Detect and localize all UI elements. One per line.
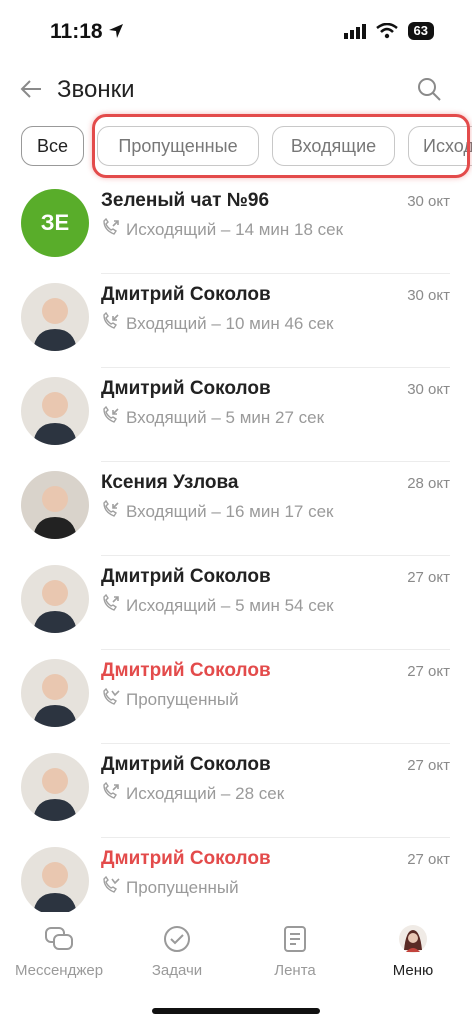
incoming-call-icon [101, 499, 126, 523]
call-detail: Пропущенный [101, 687, 239, 711]
contact-name: Ксения Узлова [101, 472, 239, 493]
tab-feed[interactable]: Лента [236, 922, 354, 979]
call-date: 27 окт [407, 757, 450, 774]
tab-label: Задачи [151, 962, 203, 979]
call-detail-text: Исходящий – 5 мин 54 сек [126, 595, 334, 615]
missed-call-icon [101, 875, 126, 899]
call-list: ЗЕ Зеленый чат №96 Исходящий – 14 мин 18 с… [0, 180, 472, 932]
status-time: 11:18 [50, 20, 124, 44]
status-bar: 11:18 63 [0, 0, 472, 66]
call-row[interactable]: Дмитрий Соколов Исходящий – 28 сек 27 окт [0, 744, 472, 838]
newspaper-icon [236, 922, 354, 956]
call-date: 27 окт [407, 569, 450, 586]
missed-call-icon [101, 687, 126, 711]
tab-label: Лента [274, 962, 316, 979]
contact-name: Зеленый чат №96 [101, 190, 270, 211]
avatar [21, 471, 89, 539]
battery-indicator: 63 [407, 22, 434, 40]
contact-name: Дмитрий Соколов [101, 566, 271, 587]
call-row[interactable]: Ксения Узлова Входящий – 16 мин 17 сек 28 … [0, 462, 472, 556]
call-detail-text: Входящий – 16 мин 17 сек [126, 501, 334, 521]
tab-messenger[interactable]: Мессенджер [0, 922, 118, 979]
call-row[interactable]: ЗЕ Зеленый чат №96 Исходящий – 14 мин 18 с… [0, 180, 472, 274]
tab-tasks[interactable]: Задачи [118, 922, 236, 979]
contact-name: Дмитрий Соколов [101, 660, 271, 681]
call-date: 27 окт [407, 851, 450, 868]
avatar [21, 377, 89, 445]
call-detail: Пропущенный [101, 875, 239, 899]
call-detail: Входящий – 5 мин 27 сек [101, 405, 325, 429]
call-row[interactable]: Дмитрий Соколов Входящий – 10 мин 46 сек 3… [0, 274, 472, 368]
header: Звонки [0, 70, 472, 114]
user-avatar [354, 922, 472, 956]
tab-menu[interactable]: Меню [354, 922, 472, 979]
call-date: 28 окт [407, 475, 450, 492]
avatar [21, 659, 89, 727]
outgoing-call-icon [101, 781, 126, 805]
call-detail: Входящий – 10 мин 46 сек [101, 311, 334, 335]
call-detail-text: Исходящий – 28 сек [126, 783, 285, 803]
call-date: 30 окт [407, 287, 450, 304]
avatar [21, 565, 89, 633]
call-row[interactable]: Дмитрий Соколов Пропущенный 27 окт [0, 650, 472, 744]
incoming-call-icon [101, 311, 126, 335]
call-detail-text: Пропущенный [126, 689, 239, 709]
filter-all[interactable]: Все [21, 126, 84, 166]
call-detail-text: Пропущенный [126, 877, 239, 897]
contact-name: Дмитрий Соколов [101, 378, 271, 399]
home-indicator [152, 1008, 320, 1014]
avatar: ЗЕ [21, 189, 89, 257]
outgoing-call-icon [101, 593, 126, 617]
call-detail-text: Входящий – 5 мин 27 сек [126, 407, 325, 427]
wifi-icon [375, 23, 398, 39]
call-date: 30 окт [407, 193, 450, 210]
filter-highlight-frame [92, 114, 470, 178]
avatar [21, 847, 89, 915]
contact-name: Дмитрий Соколов [101, 848, 271, 869]
location-arrow-icon [109, 24, 124, 38]
back-arrow-icon[interactable] [20, 78, 42, 106]
call-detail: Исходящий – 14 мин 18 сек [101, 217, 344, 241]
call-detail: Исходящий – 28 сек [101, 781, 285, 805]
outgoing-call-icon [101, 217, 126, 241]
call-detail-text: Исходящий – 14 мин 18 сек [126, 219, 344, 239]
search-icon[interactable] [416, 76, 442, 107]
call-row[interactable]: Дмитрий Соколов Входящий – 5 мин 27 сек 30… [0, 368, 472, 462]
call-detail-text: Входящий – 10 мин 46 сек [126, 313, 334, 333]
chat-bubbles-icon [0, 922, 118, 956]
call-date: 27 окт [407, 663, 450, 680]
avatar [21, 283, 89, 351]
call-detail: Входящий – 16 мин 17 сек [101, 499, 334, 523]
contact-name: Дмитрий Соколов [101, 284, 271, 305]
contact-name: Дмитрий Соколов [101, 754, 271, 775]
call-detail: Исходящий – 5 мин 54 сек [101, 593, 334, 617]
page-title: Звонки [57, 76, 135, 103]
signal-icon [343, 24, 366, 39]
tab-label: Мессенджер [14, 962, 104, 979]
tab-label: Меню [392, 962, 434, 979]
call-row[interactable]: Дмитрий Соколов Исходящий – 5 мин 54 сек 2… [0, 556, 472, 650]
check-circle-icon [118, 922, 236, 956]
incoming-call-icon [101, 405, 126, 429]
call-date: 30 окт [407, 381, 450, 398]
avatar [21, 753, 89, 821]
